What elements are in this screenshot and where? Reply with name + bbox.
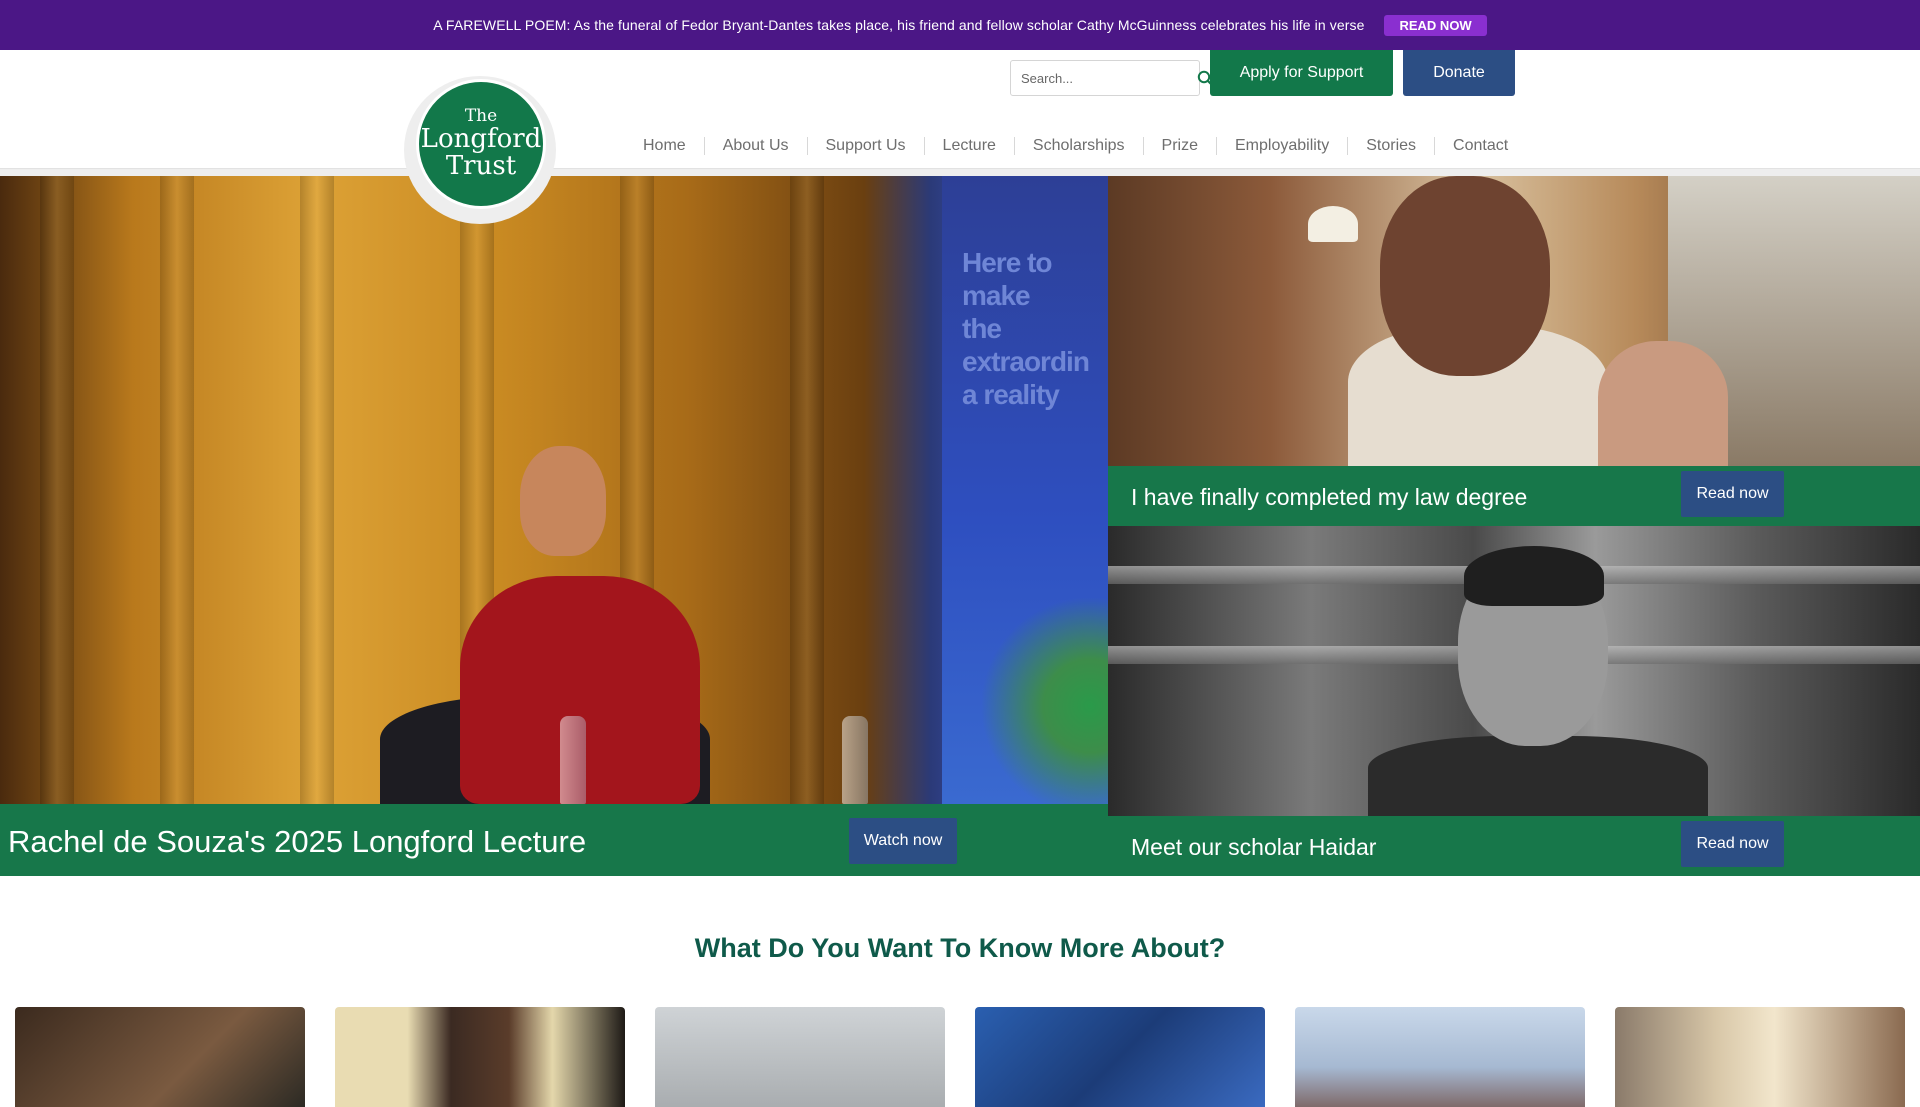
nav-item-about-us[interactable]: About Us [703,137,807,155]
logo-container[interactable]: The Longford Trust [404,76,556,224]
haidar-shirt [1368,736,1708,816]
story-card-haidar: Meet our scholar Haidar Read now [1108,526,1920,876]
read-now-button[interactable]: Read now [1681,821,1784,867]
banner-text-line: Here to make [962,247,1052,311]
watch-now-button[interactable]: Watch now [849,818,957,864]
story-card-law-degree: I have finally completed my law degree R… [1108,176,1920,526]
banner-text-line: the extraordin [962,313,1090,377]
man-face [1380,176,1550,376]
story-caption: I have finally completed my law degree R… [1108,466,1920,526]
section-title: What Do You Want To Know More About? [694,933,1226,963]
haidar-hair [1464,546,1604,606]
lecture-title[interactable]: Rachel de Souza's 2025 Longford Lecture [8,824,586,860]
haidar-photo[interactable] [1108,526,1920,816]
longford-trust-logo[interactable]: The Longford Trust [416,79,546,209]
main-nav: Home About Us Support Us Lecture Scholar… [625,131,1526,161]
curtain-fold [300,176,334,804]
donate-button[interactable]: Donate [1403,50,1515,96]
nav-item-lecture[interactable]: Lecture [923,137,1014,155]
ceiling-lamp [1308,206,1358,242]
speaker-head [520,446,606,556]
lecture-photo[interactable]: Here to make the extraordin a reality [0,176,1108,804]
topic-card[interactable] [15,1007,305,1107]
topic-card[interactable] [1615,1007,1905,1107]
topic-card[interactable] [335,1007,625,1107]
header-divider [0,168,1920,176]
hero-stories-panel: I have finally completed my law degree R… [1108,176,1920,876]
read-now-button[interactable]: Read now [1681,471,1784,517]
topic-cards [15,1007,1905,1107]
nav-item-contact[interactable]: Contact [1434,137,1526,155]
nav-item-scholarships[interactable]: Scholarships [1013,137,1143,155]
search-input[interactable] [1011,61,1197,95]
logo-line-1: The [464,105,498,126]
story-title[interactable]: I have finally completed my law degree [1131,484,1527,511]
curtain-fold [790,176,824,804]
announcement-read-now-button[interactable]: READ NOW [1384,14,1487,36]
curtain-fold [160,176,194,804]
nav-item-support-us[interactable]: Support Us [806,137,924,155]
curtain-fold [40,176,74,804]
story-caption: Meet our scholar Haidar Read now [1108,816,1920,876]
water-bottle [560,716,586,804]
logo-line-2: Longford [420,123,542,154]
topic-card[interactable] [655,1007,945,1107]
nav-item-home[interactable]: Home [625,137,704,155]
search-box [1010,60,1214,96]
apply-for-support-button[interactable]: Apply for Support [1210,50,1393,96]
topic-card[interactable] [1295,1007,1585,1107]
topic-card[interactable] [975,1007,1265,1107]
water-bottle [842,716,868,804]
law-degree-photo[interactable] [1108,176,1920,466]
announcement-text: A FAREWELL POEM: As the funeral of Fedor… [433,17,1365,33]
nav-item-stories[interactable]: Stories [1347,137,1434,155]
announcement-bar: A FAREWELL POEM: As the funeral of Fedor… [0,0,1920,50]
story-title[interactable]: Meet our scholar Haidar [1131,834,1376,861]
nav-item-prize[interactable]: Prize [1142,137,1216,155]
banner-text-line: a reality [962,379,1060,410]
woman-figure [1598,341,1728,466]
logo-line-3: Trust [445,150,517,181]
lecture-caption: Rachel de Souza's 2025 Longford Lecture … [0,804,1108,876]
hero-lecture-panel: Here to make the extraordin a reality Ra… [0,176,1108,876]
nav-item-employability[interactable]: Employability [1215,137,1347,155]
banner-text: Here to make the extraordin a reality [962,246,1108,411]
